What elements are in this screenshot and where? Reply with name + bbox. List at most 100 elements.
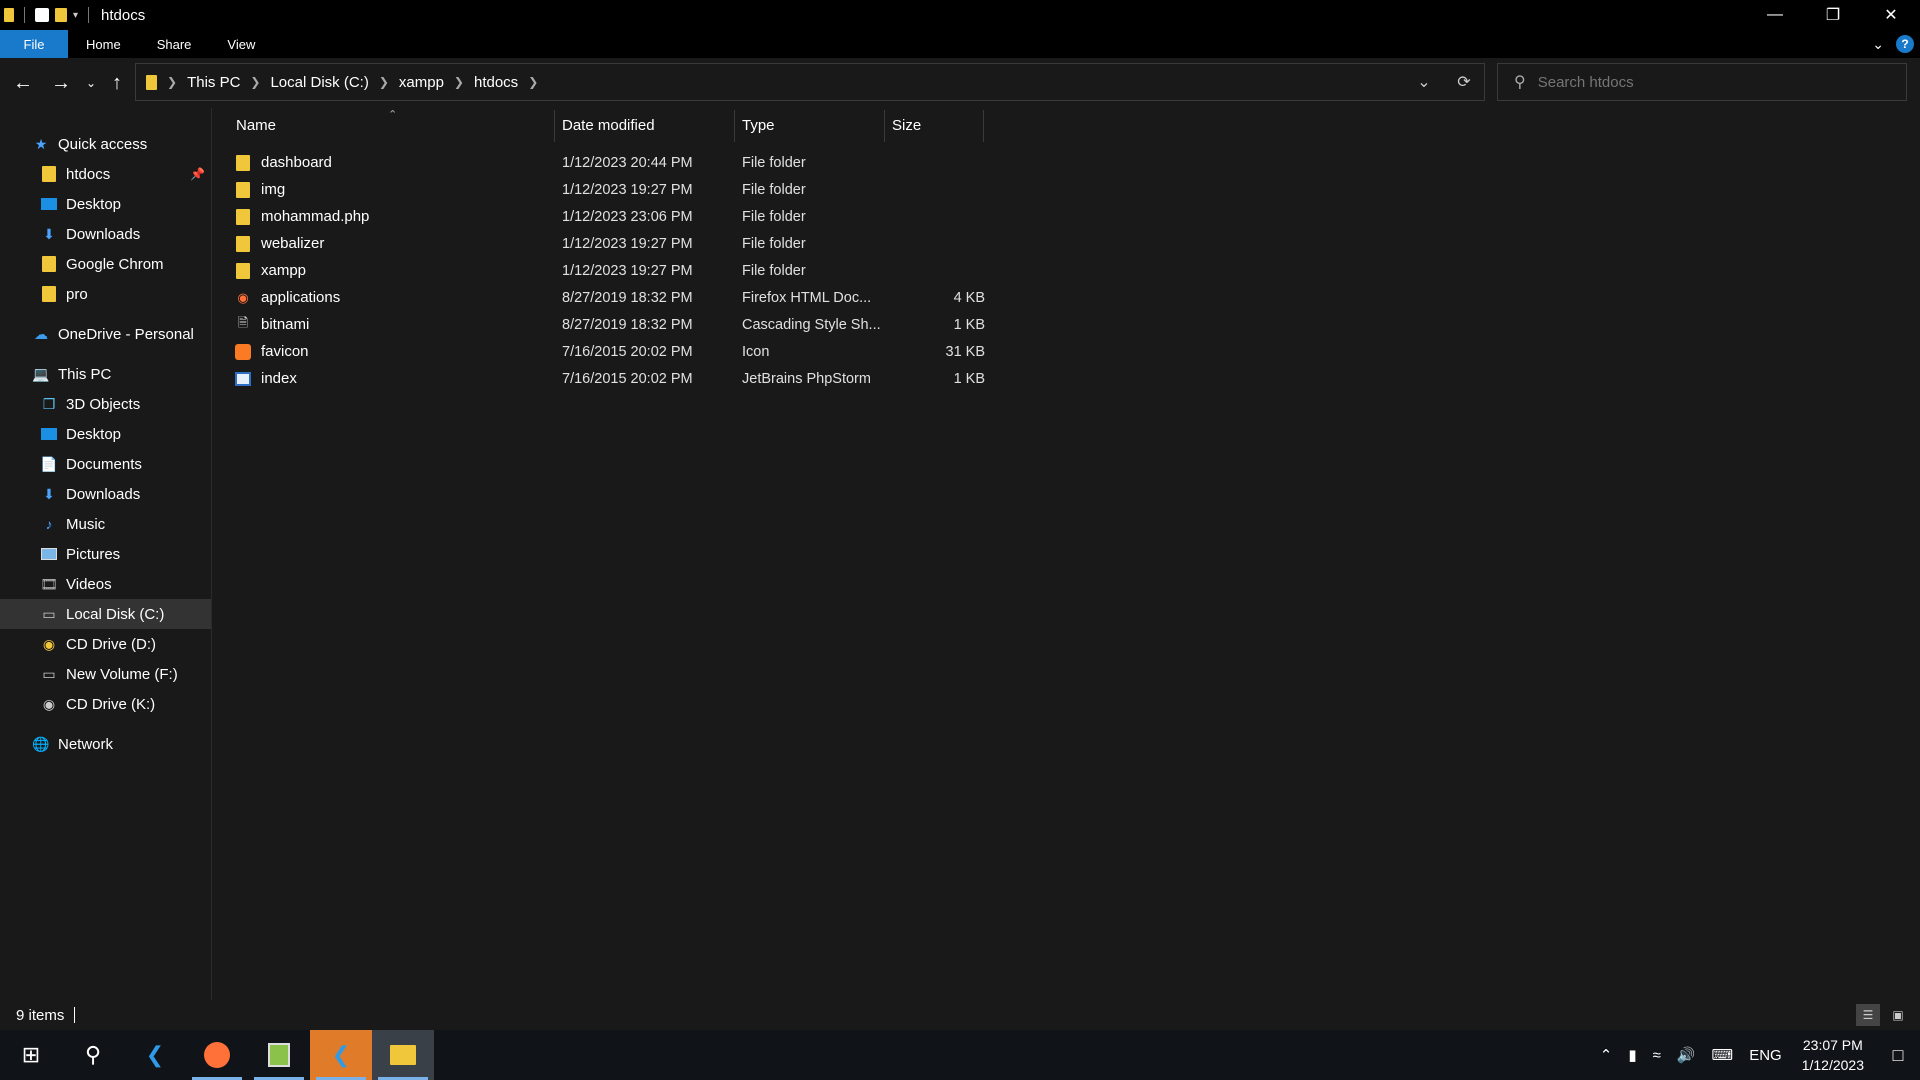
sidebar-item-downloads-pc[interactable]: ⬇ Downloads	[0, 479, 211, 509]
sidebar-item-desktop-pc[interactable]: Desktop	[0, 419, 211, 449]
table-row[interactable]: favicon 7/16/2015 20:02 PM Icon 31 KB	[225, 338, 1005, 365]
minimize-button[interactable]: —	[1746, 0, 1804, 30]
sidebar-item-this-pc[interactable]: 💻 This PC	[0, 359, 211, 389]
close-button[interactable]: ✕	[1862, 0, 1920, 30]
tab-view[interactable]: View	[209, 30, 273, 58]
file-type: File folder	[742, 262, 806, 279]
table-row[interactable]: xampp 1/12/2023 19:27 PM File folder	[225, 257, 1005, 284]
details-view-icon[interactable]: ☰	[1856, 1004, 1880, 1026]
new-folder-icon[interactable]	[55, 8, 67, 22]
chevron-right-icon[interactable]: ❯	[379, 75, 389, 89]
sidebar-item-cd-drive-d[interactable]: ◉ CD Drive (D:)	[0, 629, 211, 659]
sidebar-item-label: Desktop	[66, 195, 122, 213]
refresh-button[interactable]: ⟳	[1444, 64, 1484, 100]
video-icon: 🎞	[40, 575, 58, 592]
table-row[interactable]: 🗎 bitnami 8/27/2019 18:32 PM Cascading St…	[225, 311, 1005, 338]
file-explorer-icon[interactable]	[372, 1030, 434, 1080]
search-box[interactable]: ⚲	[1497, 63, 1907, 101]
cloud-icon: ☁	[34, 325, 48, 342]
sidebar-item-onedrive[interactable]: ☁ OneDrive - Personal	[0, 319, 211, 349]
sidebar-item-cd-drive-k[interactable]: ◉ CD Drive (K:)	[0, 689, 211, 719]
file-type: File folder	[742, 235, 806, 252]
column-divider[interactable]	[554, 110, 555, 142]
divider	[24, 7, 25, 23]
table-row[interactable]: img 1/12/2023 19:27 PM File folder	[225, 176, 1005, 203]
notepad-icon[interactable]	[248, 1030, 310, 1080]
pin-icon[interactable]: 📌	[190, 167, 205, 181]
drive-icon: ▭	[42, 605, 56, 622]
customize-toolbar-icon[interactable]: ▾	[73, 10, 78, 21]
tab-file[interactable]: File	[0, 30, 68, 58]
sidebar-item-music[interactable]: ♪ Music	[0, 509, 211, 539]
search-icon[interactable]: ⚲	[62, 1030, 124, 1080]
wifi-icon[interactable]: ≈	[1653, 1047, 1661, 1064]
breadcrumb-local-disk[interactable]: Local Disk (C:)	[270, 74, 368, 91]
chevron-right-icon[interactable]: ❯	[528, 75, 538, 89]
folder-icon	[40, 165, 58, 183]
sidebar-item-videos[interactable]: 🎞 Videos	[0, 569, 211, 599]
clock-date: 1/12/2023	[1801, 1057, 1864, 1073]
vscode-running-icon[interactable]: ❮	[310, 1030, 372, 1080]
column-header-type[interactable]: Type	[742, 108, 775, 142]
breadcrumb-xampp[interactable]: xampp	[399, 74, 444, 91]
firefox-icon[interactable]	[186, 1030, 248, 1080]
chevron-right-icon[interactable]: ❯	[454, 75, 464, 89]
battery-icon[interactable]: ▮	[1628, 1046, 1636, 1064]
breadcrumb-htdocs[interactable]: htdocs	[474, 74, 518, 91]
chevron-right-icon: ❯	[167, 75, 178, 89]
column-divider[interactable]	[884, 110, 885, 142]
phpstorm-file-icon	[235, 371, 251, 387]
tab-share[interactable]: Share	[139, 30, 210, 58]
chevron-right-icon[interactable]: ❯	[250, 75, 260, 89]
address-dropdown-button[interactable]: ⌄	[1404, 64, 1444, 100]
table-row[interactable]: mohammad.php 1/12/2023 23:06 PM File fol…	[225, 203, 1005, 230]
restore-button[interactable]: ❐	[1804, 0, 1862, 30]
sidebar-item-google-chrome[interactable]: Google Chrom	[0, 249, 211, 279]
sidebar-item-pictures[interactable]: Pictures	[0, 539, 211, 569]
address-bar[interactable]: ❯ This PC ❯ Local Disk (C:) ❯ xampp ❯ ht…	[135, 63, 1485, 101]
chevron-up-icon[interactable]: ⌃	[1600, 1046, 1613, 1064]
notifications-icon[interactable]: □	[1876, 1045, 1920, 1066]
sidebar-item-3d-objects[interactable]: ❒ 3D Objects	[0, 389, 211, 419]
sidebar-item-pro[interactable]: pro	[0, 279, 211, 309]
volume-icon[interactable]: 🔊	[1677, 1046, 1696, 1064]
search-input[interactable]	[1537, 73, 1878, 91]
vscode-icon[interactable]: ❮	[124, 1030, 186, 1080]
sidebar-item-htdocs[interactable]: htdocs 📌	[0, 159, 211, 189]
sidebar-item-downloads[interactable]: ⬇ Downloads	[0, 219, 211, 249]
column-header-name[interactable]: Name	[236, 108, 276, 142]
sidebar-item-new-volume-f[interactable]: ▭ New Volume (F:)	[0, 659, 211, 689]
tab-home[interactable]: Home	[68, 30, 139, 58]
large-icons-view-icon[interactable]: ▣	[1886, 1004, 1910, 1026]
column-divider[interactable]	[734, 110, 735, 142]
file-name: dashboard	[261, 154, 332, 171]
column-divider[interactable]	[983, 110, 984, 142]
document-icon: 📄	[40, 455, 58, 472]
clock[interactable]: 23:07 PM 1/12/2023	[1802, 1035, 1864, 1075]
sort-ascending-icon: ⌃	[388, 109, 398, 121]
language-indicator[interactable]: ENG	[1749, 1047, 1782, 1064]
file-name: bitnami	[261, 316, 310, 333]
sidebar-item-desktop[interactable]: Desktop	[0, 189, 211, 219]
table-row[interactable]: dashboard 1/12/2023 20:44 PM File folder	[225, 149, 1005, 176]
sidebar-item-local-disk-c[interactable]: ▭ Local Disk (C:)	[0, 599, 211, 629]
up-button[interactable]: ↑	[104, 70, 130, 96]
properties-icon[interactable]	[35, 8, 49, 22]
file-date: 1/12/2023 20:44 PM	[562, 154, 693, 171]
expand-ribbon-icon[interactable]: ⌄	[1872, 36, 1884, 53]
table-row[interactable]: webalizer 1/12/2023 19:27 PM File folder	[225, 230, 1005, 257]
forward-button[interactable]: →	[48, 70, 74, 96]
recent-locations-button[interactable]: ⌄	[78, 70, 104, 96]
keyboard-icon[interactable]: ⌨	[1712, 1046, 1734, 1064]
help-icon[interactable]: ?	[1896, 35, 1914, 53]
table-row[interactable]: ◉ applications 8/27/2019 18:32 PM Firefox…	[225, 284, 1005, 311]
sidebar-item-network[interactable]: 🌐 Network	[0, 729, 211, 759]
sidebar-item-quick-access[interactable]: ★ Quick access	[0, 129, 211, 159]
sidebar-item-documents[interactable]: 📄 Documents	[0, 449, 211, 479]
table-row[interactable]: index 7/16/2015 20:02 PM JetBrains PhpSt…	[225, 365, 1005, 392]
column-header-size[interactable]: Size	[892, 108, 921, 142]
breadcrumb-this-pc[interactable]: This PC	[187, 74, 240, 91]
start-button[interactable]: ⊞	[0, 1030, 62, 1080]
column-header-date-modified[interactable]: Date modified	[562, 108, 655, 142]
back-button[interactable]: ←	[10, 70, 36, 96]
